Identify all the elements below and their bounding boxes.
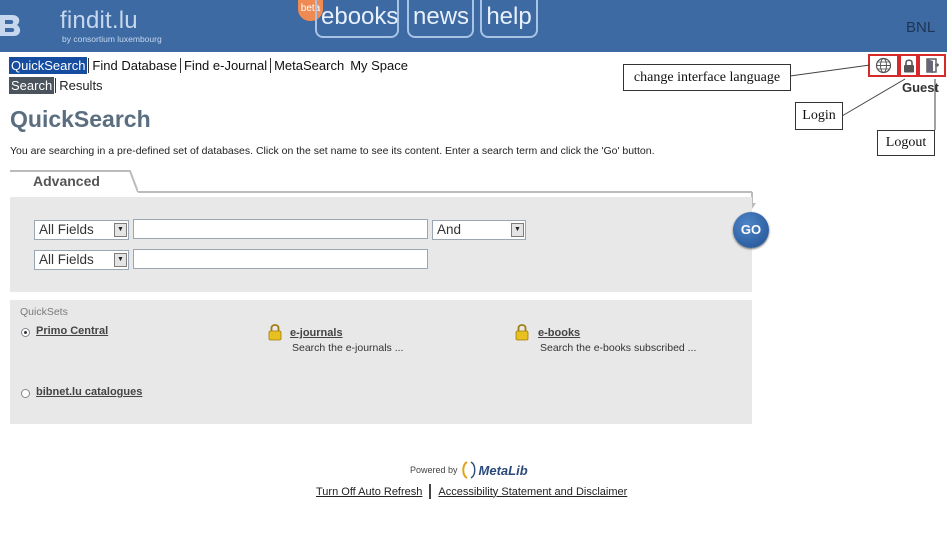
quicksets-panel [10,300,752,424]
quicksets-heading: QuickSets [20,306,68,318]
callout-change-language: change interface language [623,64,791,91]
quickset-link-ejournals[interactable]: e-journals [290,327,343,339]
search-input-1[interactable] [133,219,428,239]
radio-bibnet-catalogues[interactable] [21,389,30,398]
logout-button[interactable] [918,54,946,77]
operator-select-value: And [437,222,462,237]
field-select-2[interactable]: All Fields ▼ [34,250,129,270]
link-accessibility-statement[interactable]: Accessibility Statement and Disclaimer [438,486,627,498]
tab-ebooks[interactable]: ebooks [315,0,399,38]
sub-nav: Search Results [9,77,105,94]
login-button[interactable] [899,54,918,77]
nav-divider [179,58,181,73]
nav-divider [55,78,57,93]
page-title: QuickSearch [10,106,151,132]
footer-divider [429,484,432,499]
go-button[interactable]: GO [733,212,769,248]
institution-label: BNL [906,19,936,36]
quickset-desc-ebooks: Search the e-books subscribed ... [540,342,697,354]
language-button[interactable] [868,54,899,77]
subnav-item-results[interactable]: Results [57,77,104,94]
callout-logout: Logout [877,130,935,156]
quickset-link-primo-central[interactable]: Primo Central [36,325,108,337]
chevron-down-icon: ▼ [114,253,127,267]
callout-login: Login [795,102,843,130]
metalib-product-name: MetaLib [478,462,528,478]
subnav-item-search[interactable]: Search [9,77,55,94]
nav-divider [270,58,272,73]
chevron-down-icon: ▼ [511,223,524,237]
logout-door-icon [925,58,939,73]
brand-subtitle: by consortium luxembourg [62,34,162,44]
lock-icon [515,324,529,341]
nav-item-find-ejournal[interactable]: Find e-Journal [182,57,269,74]
page-intro-text: You are searching in a pre-defined set o… [10,145,655,157]
search-panel [10,197,752,292]
lock-icon [903,59,914,73]
lock-icon [268,324,282,341]
footer-links: Turn Off Auto Refresh Accessibility Stat… [316,484,627,499]
nav-item-metasearch[interactable]: MetaSearch [272,57,346,74]
powered-by-text: Powered by [410,465,458,475]
consortium-logo-icon[interactable] [0,11,22,41]
globe-icon [875,57,892,74]
field-select-2-value: All Fields [39,252,94,267]
nav-divider [88,58,90,73]
quickset-link-bibnet-catalogues[interactable]: bibnet.lu catalogues [36,386,142,398]
metalib-logo-icon [461,461,475,479]
powered-by: Powered by MetaLib [410,461,528,479]
nav-item-find-database[interactable]: Find Database [90,57,179,74]
nav-item-quicksearch[interactable]: QuickSearch [9,57,88,74]
quickset-desc-ejournals: Search the e-journals ... [292,342,404,354]
operator-select[interactable]: And ▼ [432,220,526,240]
chevron-down-icon: ▼ [114,223,127,237]
search-input-2[interactable] [133,249,428,269]
header-bar: findit.lu by consortium luxembourg beta … [0,0,947,52]
user-status: Guest [902,80,939,95]
quickset-link-ebooks[interactable]: e-books [538,327,580,339]
main-nav: QuickSearch Find Database Find e-Journal… [9,57,410,74]
tab-advanced[interactable]: Advanced [33,173,100,189]
link-turn-off-auto-refresh[interactable]: Turn Off Auto Refresh [316,486,422,498]
nav-item-my-space[interactable]: My Space [348,57,410,74]
field-select-1-value: All Fields [39,222,94,237]
tab-help[interactable]: help [480,0,538,38]
field-select-1[interactable]: All Fields ▼ [34,220,129,240]
tab-news[interactable]: news [407,0,474,38]
brand-name[interactable]: findit.lu [60,7,138,35]
radio-primo-central[interactable] [21,328,30,337]
